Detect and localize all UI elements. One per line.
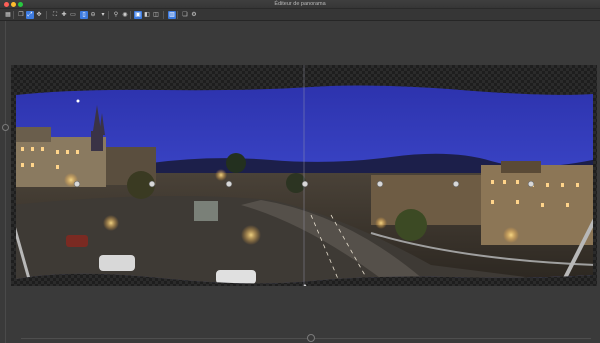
crosshair-icon[interactable]: ✚ [60,11,68,19]
bottom-slider-area [11,286,600,343]
toolbar-separator [130,11,131,19]
grid-icon[interactable]: ▦ [4,11,12,19]
panorama-canvas[interactable] [11,65,597,286]
toolbar-separator [163,11,164,19]
dropdown-icon[interactable]: ▾ [99,11,107,19]
horizontal-slider-track[interactable] [21,338,591,339]
window-title: Éditeur de panorama [274,1,326,7]
duplicate-icon[interactable]: ❐ [17,11,25,19]
rotate-icon[interactable]: ⊖ [89,11,97,19]
layers-icon[interactable]: ❏ [181,11,189,19]
view-single-icon[interactable]: ▣ [134,11,142,19]
toolbar-separator [46,11,47,19]
toolbar: ▦ ❐ ⤢ ✥ ⛶ ✚ ▭ ▯ ⊖ ▾ ⚲ ◉ ▣ ◧ ◫ ▥ ❏ ⚙ [0,9,600,21]
view-split-icon[interactable]: ◧ [143,11,151,19]
toolbar-separator [108,11,109,19]
toolbar-separator [177,11,178,19]
panorama-editor-window: Éditeur de panorama ▦ ❐ ⤢ ✥ ⛶ ✚ ▭ ▯ ⊖ ▾ ⚲ ◉ ▣ ◧ ◫ ▥ ❏ ⚙ [0,0,600,343]
vertical-slider-track [5,21,6,343]
settings-icon[interactable]: ⚙ [190,11,198,19]
vertical-slider-handle[interactable] [2,124,9,131]
title-bar: Éditeur de panorama [0,0,600,9]
frame-icon[interactable]: ▭ [69,11,77,19]
vertical-slider[interactable] [0,21,11,343]
toolbar-separator [13,11,14,19]
panorama-icon[interactable]: ▥ [168,11,176,19]
horizontal-slider-handle[interactable] [307,334,315,342]
crop-icon[interactable]: ▯ [80,11,88,19]
view-compare-icon[interactable]: ◫ [152,11,160,19]
straighten-icon[interactable]: ⤢ [26,11,34,19]
eye-icon[interactable]: ◉ [121,11,129,19]
panorama-image [16,65,593,286]
move-icon[interactable]: ✥ [35,11,43,19]
zoom-icon[interactable]: ⚲ [112,11,120,19]
fit-icon[interactable]: ⛶ [51,11,59,19]
